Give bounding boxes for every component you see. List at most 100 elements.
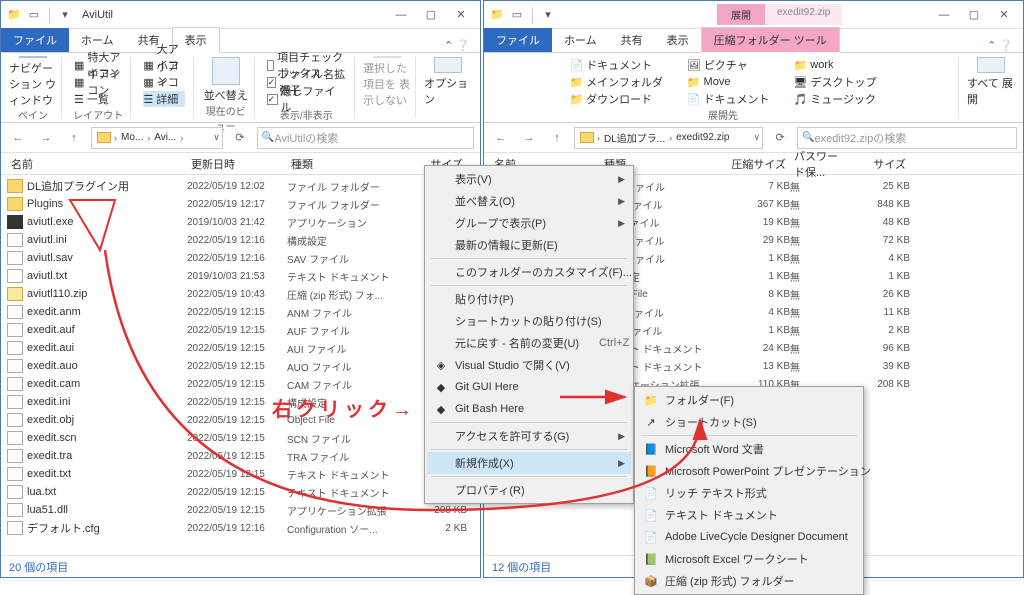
- titlebar[interactable]: 📁 ▭ ▾ 展開 exedit92.zip — ▢ ✕: [484, 1, 1023, 29]
- close-button[interactable]: ✕: [989, 1, 1019, 29]
- maximize-button[interactable]: ▢: [959, 1, 989, 29]
- file-row[interactable]: Plugins2022/05/19 12:17ファイル フォルダー: [7, 195, 474, 213]
- dest-pictures[interactable]: 🖼 ピクチャ: [687, 57, 770, 73]
- file-row[interactable]: exedit.auf2022/05/19 12:15AUF ファイル: [7, 321, 474, 339]
- tab-compress-tools[interactable]: 圧縮フォルダー ツール: [701, 27, 840, 53]
- props-icon[interactable]: ▭: [25, 6, 43, 24]
- file-row[interactable]: lua51.dll2022/05/19 12:15アプリケーション拡張208 K…: [7, 501, 474, 519]
- menu-item[interactable]: このフォルダーのカスタマイズ(F)...: [427, 261, 631, 283]
- help-icon[interactable]: ⌃ ❔: [977, 39, 1023, 52]
- file-row[interactable]: デフォルト.cfg2022/05/19 12:16Configuration ソ…: [7, 519, 474, 537]
- file-icon: [7, 377, 23, 391]
- menu-item[interactable]: 表示(V)▶: [427, 168, 631, 190]
- file-list[interactable]: DL追加プラグイン用2022/05/19 12:02ファイル フォルダーPlug…: [1, 175, 480, 555]
- column-headers[interactable]: 名前 更新日時 種類 サイズ: [1, 153, 480, 175]
- tab-file[interactable]: ファイル: [484, 28, 552, 52]
- dest-music[interactable]: 🎵 ミュージック: [794, 91, 877, 107]
- menu-item[interactable]: 📘Microsoft Word 文書: [637, 438, 861, 460]
- file-icon: [7, 323, 23, 337]
- file-row[interactable]: exedit.aui2022/05/19 12:15AUI ファイル: [7, 339, 474, 357]
- file-row[interactable]: aviutl.exe2019/10/03 21:42アプリケーション: [7, 213, 474, 231]
- props-icon[interactable]: ▭: [508, 6, 526, 24]
- menu-item[interactable]: 📁フォルダー(F): [637, 389, 861, 411]
- menu-item[interactable]: 📄テキスト ドキュメント: [637, 504, 861, 526]
- file-row[interactable]: aviutl.sav2022/05/19 12:16SAV ファイル: [7, 249, 474, 267]
- up-button[interactable]: ↑: [546, 127, 568, 149]
- file-row[interactable]: aviutl.ini2022/05/19 12:16構成設定: [7, 231, 474, 249]
- layout-det[interactable]: ☰ 詳細: [143, 91, 184, 107]
- menu-item[interactable]: 元に戻す - 名前の変更(U)Ctrl+Z: [427, 332, 631, 354]
- hide-selected[interactable]: 選択した項目を 表示しない: [363, 57, 411, 107]
- search-input[interactable]: 🔍 AviUtilの検索: [257, 127, 474, 149]
- file-row[interactable]: exedit.cam2022/05/19 12:15CAM ファイル: [7, 375, 474, 393]
- menu-item[interactable]: ◆Git Bash Here: [427, 398, 631, 420]
- tab-file[interactable]: ファイル: [1, 28, 69, 52]
- file-row[interactable]: exedit.scn2022/05/19 12:15SCN ファイル: [7, 429, 474, 447]
- dest-desktop[interactable]: 🖥 デスクトップ: [794, 74, 877, 90]
- dest-documents2[interactable]: 📄 ドキュメント: [687, 91, 770, 107]
- menu-item[interactable]: 並べ替え(O)▶: [427, 190, 631, 212]
- file-row[interactable]: exedit.obj2022/05/19 12:15Object File: [7, 411, 474, 429]
- extract-all-button[interactable]: すべて 展開: [967, 57, 1015, 107]
- file-row[interactable]: aviutl.txt2019/10/03 21:53テキスト ドキュメント: [7, 267, 474, 285]
- context-menu[interactable]: 表示(V)▶並べ替え(O)▶グループで表示(P)▶最新の情報に更新(E) このフォ…: [424, 165, 634, 504]
- minimize-button[interactable]: —: [386, 1, 416, 29]
- back-button[interactable]: ←: [490, 127, 512, 149]
- nav-pane-button[interactable]: ナビゲーション ウィンドウ: [9, 57, 57, 107]
- close-button[interactable]: ✕: [446, 1, 476, 29]
- dest-documents[interactable]: 📄 ドキュメント: [569, 57, 662, 73]
- menu-item[interactable]: ↗ショートカット(S): [637, 411, 861, 433]
- file-row[interactable]: exedit.anm2022/05/19 12:15ANM ファイル: [7, 303, 474, 321]
- context-submenu-new[interactable]: 📁フォルダー(F)↗ショートカット(S) 📘Microsoft Word 文書📙M…: [634, 386, 864, 595]
- file-row[interactable]: exedit.txt2022/05/19 12:15テキスト ドキュメント: [7, 465, 474, 483]
- sort-button[interactable]: 並べ替え: [202, 57, 250, 103]
- menu-item[interactable]: 📗Microsoft Excel ワークシート: [637, 548, 861, 570]
- menu-item[interactable]: グループで表示(P)▶: [427, 212, 631, 234]
- menu-item[interactable]: 📦圧縮 (zip 形式) フォルダー: [637, 570, 861, 592]
- options-button[interactable]: オプション: [424, 57, 472, 107]
- forward-button[interactable]: →: [518, 127, 540, 149]
- file-row[interactable]: DL追加プラグイン用2022/05/19 12:02ファイル フォルダー: [7, 177, 474, 195]
- dest-work[interactable]: 📁 work: [794, 57, 877, 73]
- menu-item[interactable]: ショートカットの貼り付け(S): [427, 310, 631, 332]
- tab-view[interactable]: 表示: [655, 28, 701, 52]
- menu-item[interactable]: プロパティ(R): [427, 479, 631, 501]
- file-row[interactable]: exedit.tra2022/05/19 12:15TRA ファイル: [7, 447, 474, 465]
- dest-download[interactable]: 📁 ダウンロード: [569, 91, 662, 107]
- file-row[interactable]: exedit.ini2022/05/19 12:15構成設定: [7, 393, 474, 411]
- menu-item[interactable]: ◆Git GUI Here: [427, 376, 631, 398]
- tab-home[interactable]: ホーム: [552, 28, 609, 52]
- up-button[interactable]: ↑: [63, 127, 85, 149]
- dest-move[interactable]: 📁 Move: [687, 74, 770, 90]
- menu-item[interactable]: ◈Visual Studio で開く(V): [427, 354, 631, 376]
- layout-s[interactable]: ▦ 小アイコン: [143, 74, 184, 90]
- file-row[interactable]: aviutl110.zip2022/05/19 10:43圧縮 (zip 形式)…: [7, 285, 474, 303]
- menu-item[interactable]: 📄リッチ テキスト形式: [637, 482, 861, 504]
- dropdown-icon[interactable]: ▾: [539, 6, 557, 24]
- menu-item[interactable]: 新規作成(X)▶: [427, 452, 631, 474]
- help-icon[interactable]: ⌃ ❔: [434, 39, 480, 52]
- menu-item[interactable]: 貼り付け(P): [427, 288, 631, 310]
- menu-item[interactable]: アクセスを許可する(G)▶: [427, 425, 631, 447]
- forward-button[interactable]: →: [35, 127, 57, 149]
- back-button[interactable]: ←: [7, 127, 29, 149]
- dropdown-icon[interactable]: ▾: [56, 6, 74, 24]
- minimize-button[interactable]: —: [929, 1, 959, 29]
- tab-share[interactable]: 共有: [609, 28, 655, 52]
- dest-mainfolder[interactable]: 📁 メインフォルダ: [569, 74, 662, 90]
- breadcrumb[interactable]: › DL追加プラ...› exedit92.zip ∨: [574, 127, 763, 149]
- refresh-icon[interactable]: ⟳: [769, 127, 791, 149]
- chk-hidden[interactable]: 隠しファイル: [267, 91, 346, 107]
- file-row[interactable]: lua.txt2022/05/19 12:15テキスト ドキュメント39 KB: [7, 483, 474, 501]
- titlebar[interactable]: 📁 ▭ ▾ AviUtil — ▢ ✕: [1, 1, 480, 29]
- maximize-button[interactable]: ▢: [416, 1, 446, 29]
- breadcrumb[interactable]: › Mo...› Avi...› ∨: [91, 127, 223, 149]
- layout-m[interactable]: ▦ 中アイコン: [74, 74, 122, 90]
- file-row[interactable]: exedit.auo2022/05/19 12:15AUO ファイル: [7, 357, 474, 375]
- menu-item[interactable]: 最新の情報に更新(E): [427, 234, 631, 256]
- menu-item[interactable]: 📙Microsoft PowerPoint プレゼンテーション: [637, 460, 861, 482]
- layout-list[interactable]: ☰ 一覧: [74, 91, 122, 107]
- menu-item[interactable]: 📄Adobe LiveCycle Designer Document: [637, 526, 861, 548]
- search-input[interactable]: 🔍 exedit92.zipの検索: [797, 127, 1017, 149]
- refresh-icon[interactable]: ⟳: [229, 127, 251, 149]
